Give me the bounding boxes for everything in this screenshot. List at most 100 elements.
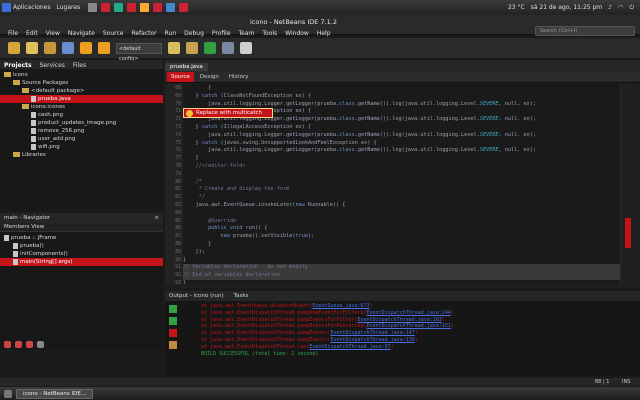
wifi-icon[interactable]: ◠ [618, 4, 623, 11]
tree-item[interactable]: <default package> [0, 87, 163, 95]
tree-item[interactable]: icono.iconos [0, 103, 163, 111]
tree-item[interactable]: user_add.png [0, 135, 163, 143]
tree-item[interactable]: icono [0, 71, 163, 79]
save-all-icon[interactable] [62, 42, 74, 54]
launcher-icon[interactable] [101, 3, 111, 12]
code-token: (javax.swing.UnsupportedLookAndFeelExcep… [217, 139, 377, 146]
config-select[interactable]: <default config> [116, 42, 162, 62]
places-menu[interactable]: Lugares [56, 4, 80, 11]
debug-icon[interactable] [222, 42, 234, 54]
menu-window[interactable]: Window [285, 30, 309, 37]
file-icon [31, 127, 36, 134]
code-token: SEVERE [479, 116, 499, 123]
taskbar-window-button[interactable]: icono - NetBeans IDE... [16, 388, 94, 399]
tab-design[interactable]: Design [196, 72, 223, 82]
code-line: /* [183, 179, 620, 187]
tab-history[interactable]: History [225, 72, 253, 82]
tree-item[interactable]: Source Packages [0, 79, 163, 87]
menu-debug[interactable]: Debug [184, 30, 204, 37]
tree-item[interactable]: prueba.java [0, 95, 163, 103]
menu-source[interactable]: Source [103, 30, 124, 37]
undo-icon[interactable] [80, 42, 92, 54]
apps-icon[interactable] [2, 3, 11, 12]
menu-tools[interactable]: Tools [262, 30, 277, 37]
editor-scrollbar[interactable] [620, 84, 638, 284]
menu-navigate[interactable]: Navigate [68, 30, 95, 37]
tab-files[interactable]: Files [73, 62, 86, 69]
line-number-gutter: 68 69 70 71 72 73 74 75 76 77 78 79 80 81 82 83 84 85 86 87… [165, 84, 183, 286]
profile-icon[interactable] [240, 42, 252, 54]
menu-help[interactable]: Help [317, 30, 331, 37]
menu-edit[interactable]: Edit [26, 30, 38, 37]
navigator-item[interactable]: prueba() [0, 242, 163, 250]
error-stripe[interactable] [625, 218, 631, 248]
launcher-icon[interactable] [127, 3, 137, 12]
tree-item[interactable]: cash.png [0, 111, 163, 119]
launcher-icon[interactable] [140, 3, 150, 12]
output-link[interactable]: EventQueue.java:673 [312, 303, 369, 309]
output-tab[interactable]: Output - icono (run) [169, 293, 224, 299]
output-link[interactable]: EventDispatchThread.java:244 [367, 310, 451, 316]
output-link[interactable]: EventDispatchThread.java:163 [358, 317, 442, 323]
search-input[interactable]: Search (Ctrl+I) [535, 26, 635, 36]
output-text-part: ) [450, 323, 454, 330]
launcher-icon[interactable] [153, 3, 163, 12]
build-icon[interactable] [168, 42, 180, 54]
menu-team[interactable]: Team [239, 30, 255, 37]
menu-run[interactable]: Run [165, 30, 177, 37]
show-desktop-icon[interactable] [4, 389, 12, 398]
filter-icon[interactable] [37, 341, 44, 348]
apps-menu[interactable]: Aplicaciones [13, 4, 50, 11]
clean-build-icon[interactable] [186, 42, 198, 54]
filter-icon[interactable] [4, 341, 11, 348]
tree-item[interactable]: Libraries [0, 151, 163, 159]
run-icon[interactable] [204, 42, 216, 54]
file-tab[interactable]: prueba.java [165, 63, 208, 71]
members-view-select[interactable]: Members View [0, 223, 163, 232]
volume-icon[interactable]: ♪ [608, 4, 612, 11]
menu-profile[interactable]: Profile [212, 30, 231, 37]
menu-refactor[interactable]: Refactor [131, 30, 156, 37]
navigator-item[interactable]: initComponents() [0, 250, 163, 258]
tree-item[interactable]: remove_256.png [0, 127, 163, 135]
new-file-icon[interactable] [26, 42, 38, 54]
file-icon [31, 135, 36, 142]
hint-tooltip[interactable]: Replace with multicatch [183, 108, 273, 118]
clock[interactable]: sá 21 de ago, 11:25 pm [531, 4, 602, 11]
output-link[interactable]: EventDispatchThread.java:147 [330, 330, 414, 336]
tree-item[interactable]: wifi.png [0, 143, 163, 151]
rerun-options-icon[interactable] [169, 317, 177, 325]
launcher-icon[interactable] [179, 3, 189, 12]
filter-icon[interactable] [26, 341, 33, 348]
tab-projects[interactable]: Projects [4, 62, 32, 69]
open-project-icon[interactable] [44, 42, 56, 54]
navigator-item[interactable]: prueba :: JFrame [0, 234, 163, 242]
launcher-icon[interactable] [88, 3, 98, 12]
power-icon[interactable]: ⏻ [629, 4, 634, 12]
navigator-item[interactable]: main(String[] args) [0, 258, 163, 266]
tree-item[interactable]: product_updates_image.png [0, 119, 163, 127]
lightbulb-icon[interactable] [186, 110, 193, 117]
code-token: public [208, 225, 227, 232]
code-token: true [295, 233, 308, 240]
line-number: 90 [175, 257, 181, 263]
menu-view[interactable]: View [46, 30, 60, 37]
weather-text[interactable]: 23 °C [508, 4, 525, 11]
menu-file[interactable]: File [8, 30, 18, 37]
new-project-icon[interactable] [8, 42, 20, 54]
rerun-icon[interactable] [169, 305, 177, 313]
stop-icon[interactable] [169, 329, 177, 337]
tab-source[interactable]: Source [167, 71, 194, 82]
tab-services[interactable]: Services [40, 62, 65, 69]
launcher-icon[interactable] [166, 3, 176, 12]
settings-icon[interactable] [169, 341, 177, 349]
filter-icon[interactable] [15, 341, 22, 348]
redo-icon[interactable] [98, 42, 110, 54]
output-tab[interactable]: Tasks [234, 293, 249, 299]
output-link[interactable]: EventDispatchThread.java:97 [309, 344, 390, 350]
close-icon[interactable]: × [154, 215, 159, 221]
launcher-icon[interactable] [114, 3, 124, 12]
output-link[interactable]: EventDispatchThread.java:139 [330, 337, 414, 343]
output-link[interactable]: EventDispatchThread.java:151 [367, 323, 451, 329]
